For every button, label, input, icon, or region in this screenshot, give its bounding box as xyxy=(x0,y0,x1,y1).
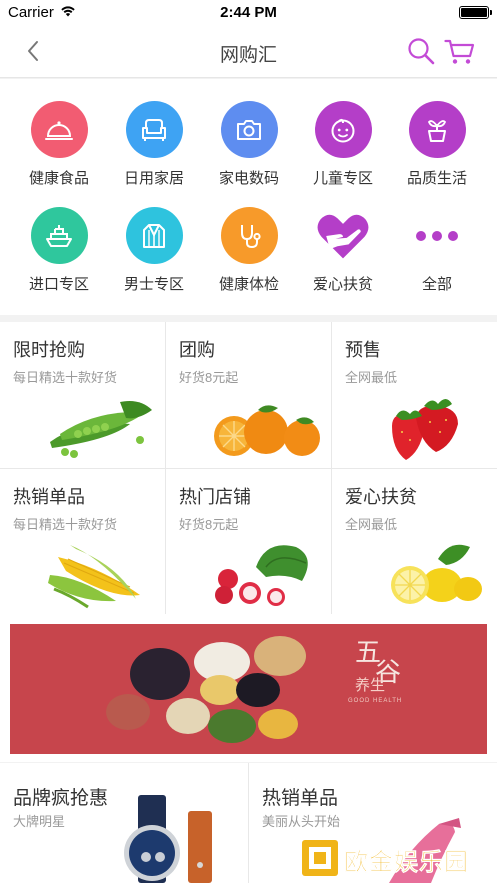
suit-icon xyxy=(143,223,165,248)
nav-bar: 网购汇 xyxy=(0,26,497,78)
potted-plant-icon xyxy=(427,119,447,142)
peas-image xyxy=(50,401,152,458)
product-subtitle: 好货8元起 xyxy=(179,517,239,532)
promo-card-brand[interactable]: 品牌疯抢惠 大牌明星 xyxy=(0,763,248,883)
product-subtitle: 全网最低 xyxy=(345,517,398,532)
grains-banner[interactable]: 五 谷 养生 GOOD HEALTH xyxy=(10,624,487,754)
product-subtitle: 每日精选十款好货 xyxy=(13,517,118,532)
banner-section: 五 谷 养生 GOOD HEALTH xyxy=(0,614,497,762)
category-health-check[interactable]: 健康体检 xyxy=(202,207,296,307)
category-icon-bg xyxy=(220,207,278,264)
product-card-presale[interactable]: 预售 全网最低 xyxy=(332,322,497,467)
product-title: 热销单品 xyxy=(13,487,85,507)
category-icon-bg xyxy=(220,101,278,158)
product-subtitle: 全网最低 xyxy=(345,370,398,385)
oranges-image xyxy=(214,405,320,456)
watch-image xyxy=(124,795,212,883)
category-label: 进口专区 xyxy=(28,276,89,293)
lemons-image xyxy=(391,544,482,604)
promo-title: 品牌疯抢惠 xyxy=(13,788,109,809)
more-dots-icon xyxy=(416,230,458,241)
product-subtitle: 每日精选十款好货 xyxy=(13,370,118,385)
promo-divider xyxy=(248,763,249,883)
category-label: 日用家居 xyxy=(123,170,184,187)
promo-title: 热销单品 xyxy=(262,788,339,809)
watermark-text: 欧金娱乐园 xyxy=(344,849,469,877)
product-card-flash-sale[interactable]: 限时抢购 每日精选十款好货 xyxy=(0,322,165,467)
category-icon-bg xyxy=(125,101,183,158)
category-label: 品质生活 xyxy=(406,170,467,187)
banner-english: GOOD HEALTH xyxy=(348,698,403,704)
camera-icon xyxy=(237,119,261,140)
heart-hand-icon xyxy=(317,214,369,258)
category-label: 男士专区 xyxy=(123,276,184,293)
category-label: 爱心扶贫 xyxy=(312,276,373,293)
cloche-icon xyxy=(45,120,73,140)
product-title: 团购 xyxy=(179,340,215,360)
baby-face-icon xyxy=(331,118,355,142)
product-title: 爱心扶贫 xyxy=(345,487,417,507)
strawberries-image xyxy=(392,399,458,460)
product-subtitle: 好货8元起 xyxy=(179,370,239,385)
category-label: 健康食品 xyxy=(28,170,89,187)
product-card-hot-items[interactable]: 热销单品 每日精选十款好货 xyxy=(0,469,165,614)
category-icon-bg xyxy=(408,101,466,158)
category-label: 健康体检 xyxy=(218,276,279,293)
grains-illustration xyxy=(106,636,306,743)
armchair-icon xyxy=(142,118,166,141)
product-card-hot-stores[interactable]: 热门店铺 好货8元起 xyxy=(166,469,331,614)
category-icon-bg xyxy=(30,101,88,158)
status-bar: Carrier 2:44 PM xyxy=(0,0,497,26)
watermark-logo: 欧金娱乐园 xyxy=(300,838,492,882)
radishes-image xyxy=(215,545,308,606)
product-title: 限时抢购 xyxy=(13,340,85,360)
category-charity[interactable]: 爱心扶贫 xyxy=(296,207,390,307)
category-icon-bg xyxy=(30,207,88,264)
category-all[interactable]: 全部 xyxy=(390,207,484,307)
cart-icon[interactable] xyxy=(444,38,476,66)
category-quality-life[interactable]: 品质生活 xyxy=(390,101,484,201)
category-icon-bg xyxy=(315,207,372,264)
product-title: 热门店铺 xyxy=(179,487,251,507)
product-card-group-buy[interactable]: 团购 好货8元起 xyxy=(166,322,331,467)
watermark-emblem-icon xyxy=(302,840,338,876)
category-electronics[interactable]: 家电数码 xyxy=(202,101,296,201)
promo-subtitle: 美丽从头开始 xyxy=(262,814,341,829)
category-home[interactable]: 日用家居 xyxy=(107,101,201,201)
product-card-charity[interactable]: 爱心扶贫 全网最低 xyxy=(332,469,497,614)
search-icon[interactable] xyxy=(406,36,436,66)
clock: 2:44 PM xyxy=(220,4,277,21)
page: Carrier 2:44 PM 网购汇 健康食品 日用家居 家电数码 儿童专区 … xyxy=(0,0,497,883)
category-icon-bg xyxy=(125,207,183,264)
corn-image xyxy=(48,545,140,609)
product-title: 预售 xyxy=(345,340,381,360)
battery-icon xyxy=(459,6,492,19)
category-icon-bg xyxy=(314,101,372,158)
category-label: 儿童专区 xyxy=(312,170,373,187)
banner-subtitle: 养生 xyxy=(355,676,386,694)
category-grid: 健康食品 日用家居 家电数码 儿童专区 品质生活 进口专区 男士专区 健康体检 … xyxy=(0,79,497,315)
category-imports[interactable]: 进口专区 xyxy=(12,207,106,307)
stethoscope-icon xyxy=(241,224,261,248)
category-label: 家电数码 xyxy=(218,170,279,187)
ship-icon xyxy=(46,224,72,247)
category-label: 全部 xyxy=(421,276,452,293)
category-icon-bg xyxy=(409,207,466,264)
promo-subtitle: 大牌明星 xyxy=(13,814,66,829)
category-mens[interactable]: 男士专区 xyxy=(107,207,201,307)
grid-divider xyxy=(0,468,497,469)
category-healthy-food[interactable]: 健康食品 xyxy=(12,101,106,201)
category-kids[interactable]: 儿童专区 xyxy=(296,101,390,201)
